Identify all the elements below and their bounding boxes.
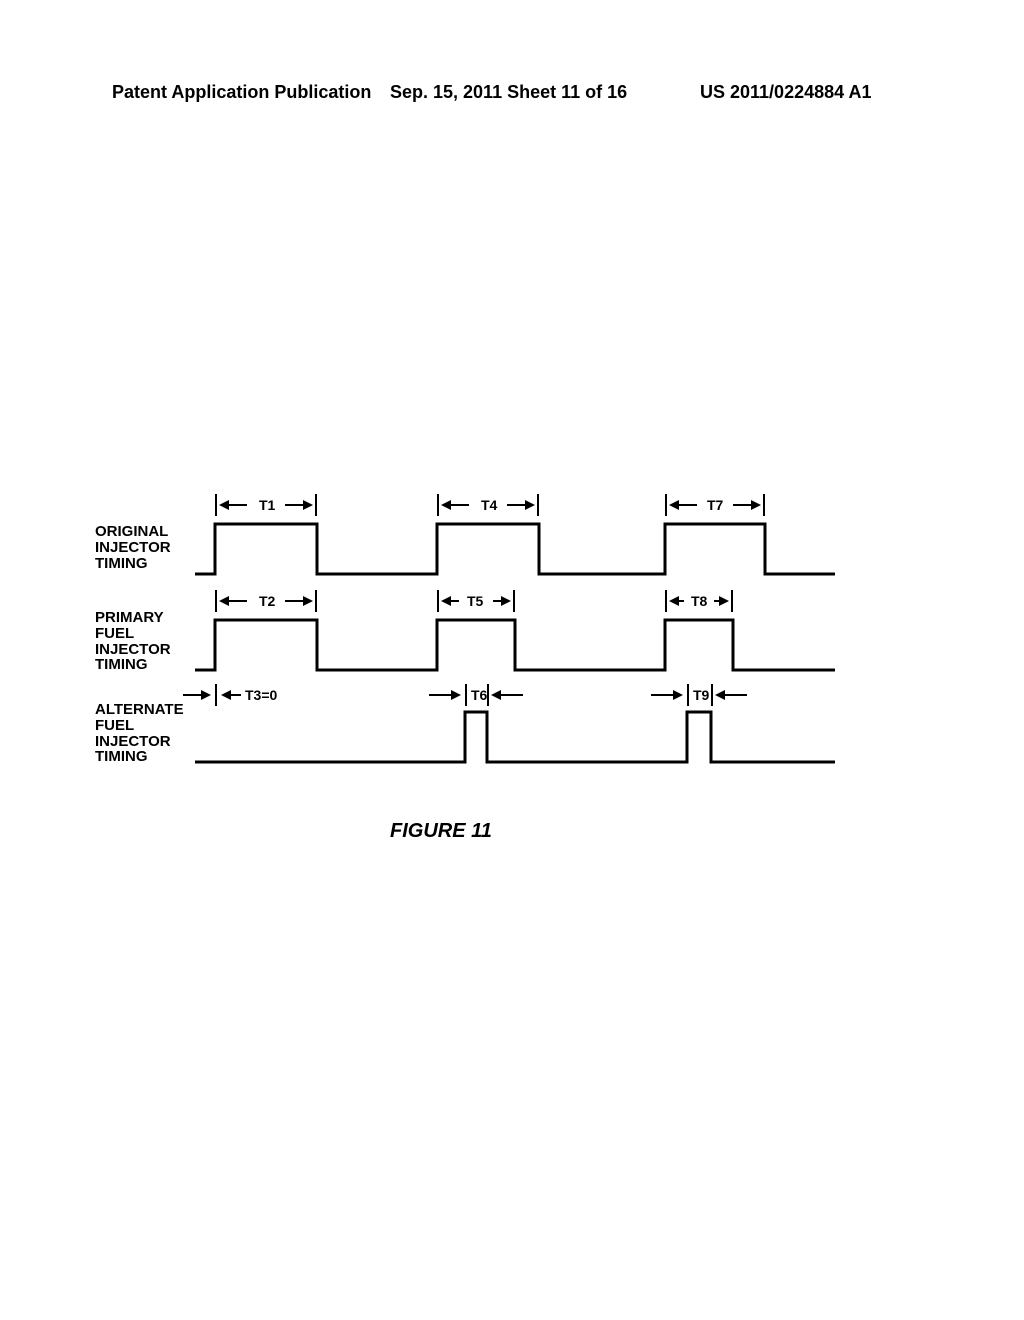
dim-t4: T4 [437,494,539,516]
dim-t8: T8 [665,590,733,612]
dim-t9: T9 [651,684,751,706]
figure-caption: FIGURE 11 [390,820,492,843]
dim-label: T6 [471,687,487,703]
dim-label: T8 [691,593,707,609]
timing-waveforms [95,480,835,780]
dim-label: T2 [259,593,275,609]
dim-label: T1 [259,497,275,513]
dim-t3: T3=0 [183,684,293,706]
dim-t5: T5 [437,590,515,612]
dim-t6: T6 [429,684,525,706]
header-date-sheet: Sep. 15, 2011 Sheet 11 of 16 [390,82,627,103]
dim-t1: T1 [215,494,317,516]
dim-t2: T2 [215,590,317,612]
header-pubnumber: US 2011/0224884 A1 [700,82,871,103]
header-publication: Patent Application Publication [112,82,371,103]
dim-label: T3=0 [245,687,277,703]
dim-label: T9 [693,687,709,703]
dim-label: T4 [481,497,497,513]
dim-t7: T7 [665,494,765,516]
dim-label: T7 [707,497,723,513]
dim-label: T5 [467,593,483,609]
